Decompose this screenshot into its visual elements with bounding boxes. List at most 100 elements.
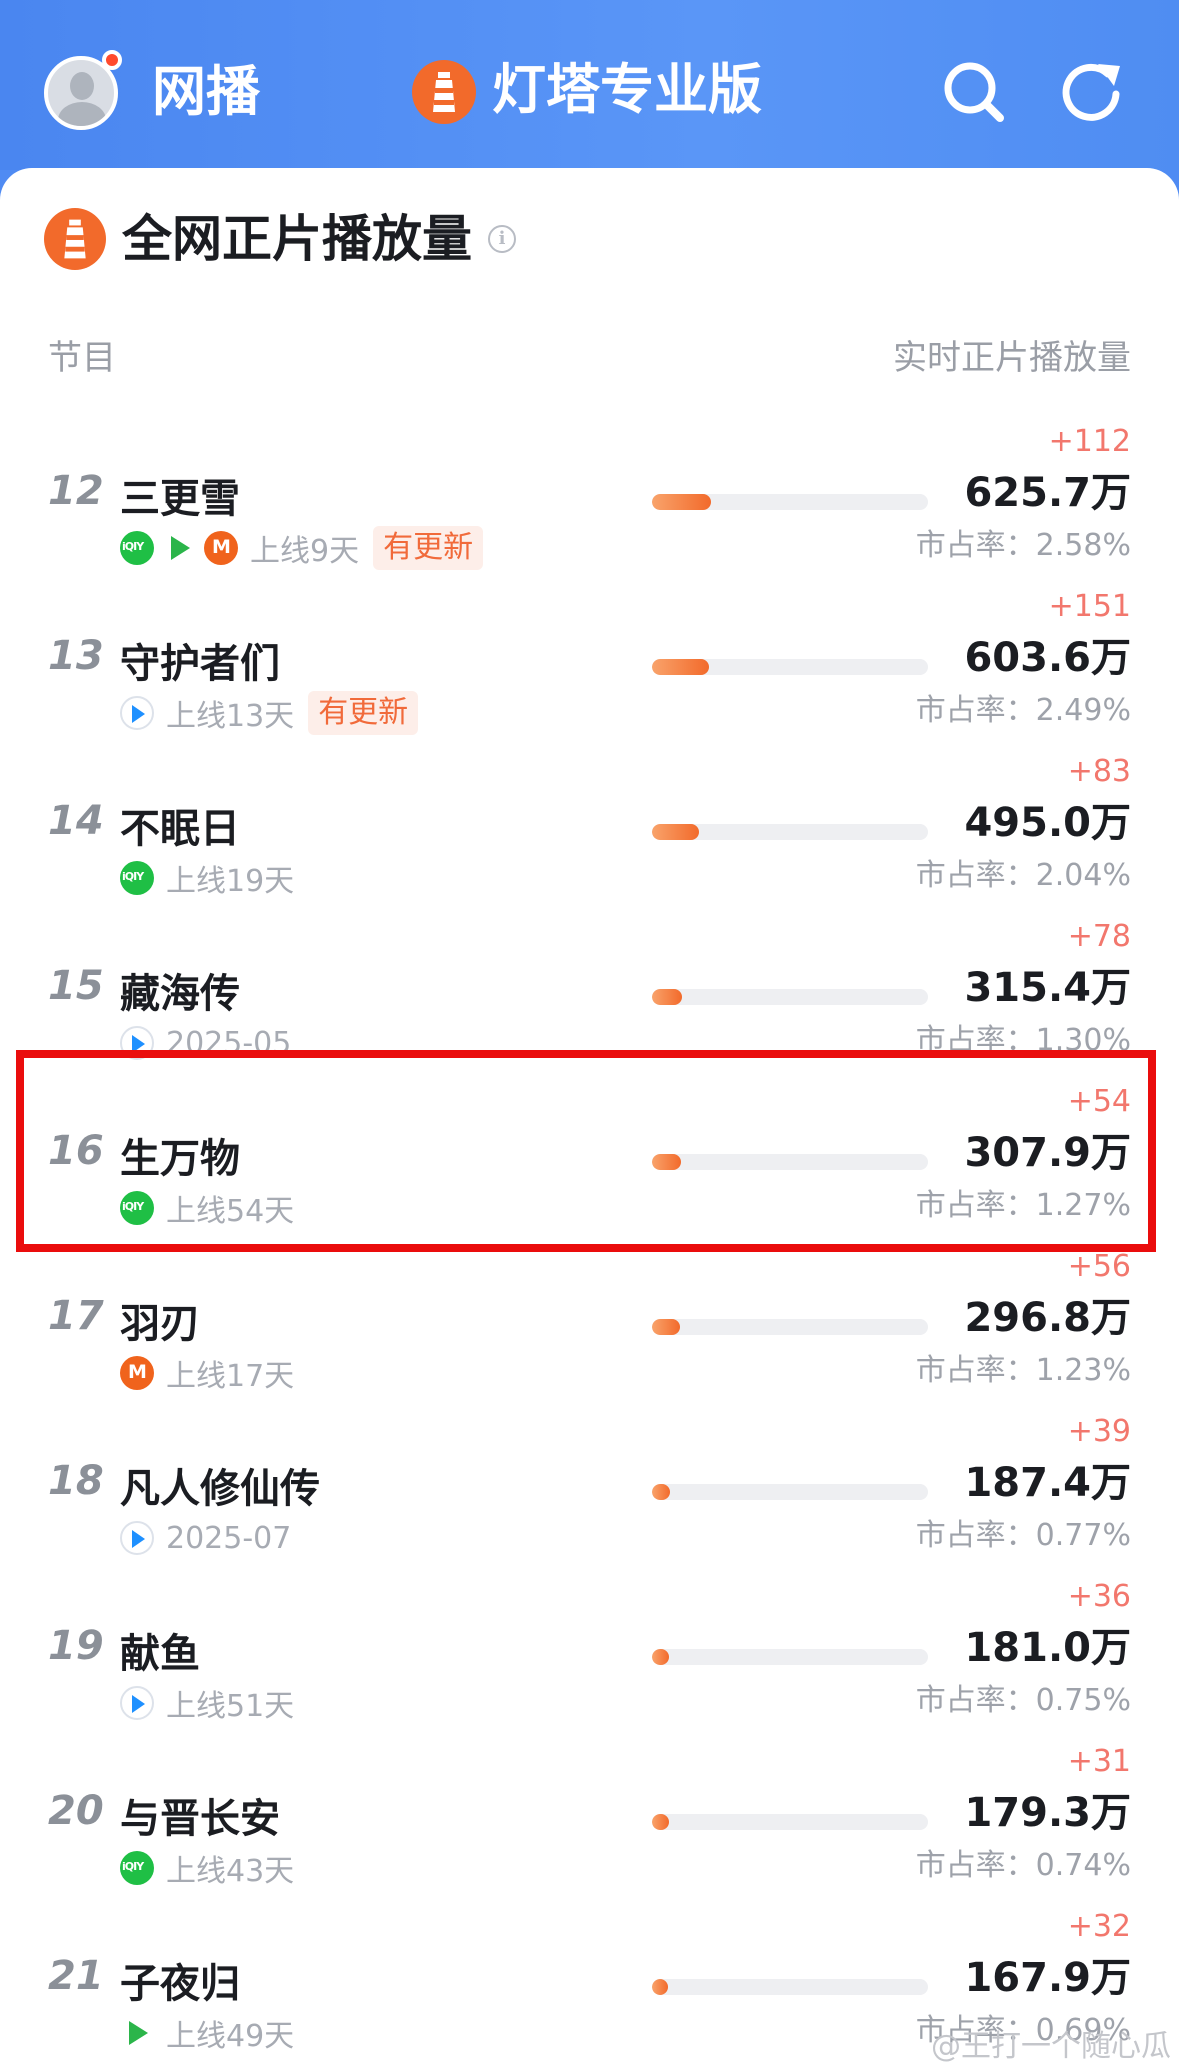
view-count: 625.7万: [964, 470, 1131, 516]
share-bar-fill: [652, 1484, 670, 1500]
youku-platform-icon: [120, 2016, 154, 2050]
section-title: 全网正片播放量: [122, 210, 472, 268]
search-icon[interactable]: [938, 56, 1010, 128]
view-delta: +56: [1067, 1249, 1131, 1284]
program-meta: 上线43天: [120, 1846, 294, 1890]
program-title[interactable]: 与晋长安: [120, 1786, 280, 1844]
view-count: 315.4万: [964, 965, 1131, 1011]
share-bar: [652, 1814, 928, 1830]
update-badge: 有更新: [373, 526, 484, 570]
tencent-platform-icon: [120, 1686, 154, 1720]
share-bar: [652, 989, 928, 1005]
user-avatar[interactable]: [44, 50, 122, 130]
program-meta: 上线51天: [120, 1681, 294, 1725]
tab-webcast[interactable]: 网播: [152, 60, 260, 124]
iqiyi-platform-icon: [120, 1851, 154, 1885]
column-header-program: 节目: [48, 338, 116, 378]
market-share: 市占率：0.75%: [915, 1683, 1131, 1718]
share-bar: [652, 1319, 928, 1335]
share-bar-fill: [652, 659, 710, 675]
rank-number: 21: [48, 1953, 104, 1999]
program-meta: 上线19天: [120, 856, 294, 900]
share-bar-fill: [652, 824, 699, 840]
program-meta: 上线13天 有更新: [120, 691, 419, 735]
view-delta: +32: [1067, 1909, 1131, 1944]
program-meta: 上线17天: [120, 1351, 294, 1395]
program-meta: 2025-07: [120, 1516, 291, 1560]
ranking-row[interactable]: 19 献鱼上线51天 +36 181.0万市占率：0.75%: [0, 1579, 1179, 1750]
program-title[interactable]: 藏海传: [120, 961, 240, 1019]
view-delta: +36: [1067, 1579, 1131, 1614]
rank-number: 14: [48, 798, 104, 844]
market-share: 市占率：0.74%: [915, 1848, 1131, 1883]
view-count: 603.6万: [964, 635, 1131, 681]
program-title[interactable]: 三更雪: [120, 466, 240, 524]
program-title[interactable]: 不眠日: [120, 796, 240, 854]
refresh-icon[interactable]: [1056, 56, 1128, 128]
ranking-row[interactable]: 14 不眠日上线19天 +83 495.0万市占率：2.04%: [0, 754, 1179, 925]
share-bar-fill: [652, 1319, 681, 1335]
mango-platform-icon: [204, 531, 238, 565]
ranking-row[interactable]: 20 与晋长安上线43天 +31 179.3万市占率：0.74%: [0, 1744, 1179, 1915]
view-delta: +39: [1067, 1414, 1131, 1449]
ranking-row[interactable]: 13 守护者们 上线13天 有更新 +151 603.6万 市占率：2.49%: [0, 589, 1179, 760]
view-count: 296.8万: [964, 1295, 1131, 1341]
lighthouse-section-icon: [44, 208, 106, 270]
market-share: 市占率：1.23%: [915, 1353, 1131, 1388]
share-bar: [652, 1484, 928, 1500]
iqiyi-platform-icon: [120, 531, 154, 565]
rank-number: 15: [48, 963, 104, 1009]
market-share: 市占率：2.04%: [915, 858, 1131, 893]
rank-number: 13: [48, 633, 104, 679]
ranking-card: 全网正片播放量 i 节目 实时正片播放量 12 三更雪上线9天有更新 +112 625…: [0, 168, 1179, 2067]
ranking-row[interactable]: 12 三更雪上线9天有更新 +112 625.7万市占率：2.58%: [0, 424, 1179, 595]
share-bar-fill: [652, 1649, 670, 1665]
card-header: 全网正片播放量 i: [44, 206, 516, 272]
share-bar-fill: [652, 1979, 668, 1995]
online-status: 上线9天: [250, 534, 360, 569]
view-count: 187.4万: [964, 1460, 1131, 1506]
online-status: 上线49天: [166, 2019, 295, 2054]
tencent-platform-icon: [120, 696, 154, 730]
mango-platform-icon: [120, 1356, 154, 1390]
view-delta: +31: [1067, 1744, 1131, 1779]
program-title[interactable]: 凡人修仙传: [120, 1456, 320, 1514]
view-count: 167.9万: [964, 1955, 1131, 2001]
share-bar: [652, 1649, 928, 1665]
share-bar: [652, 1979, 928, 1995]
view-delta: +112: [1048, 424, 1131, 459]
tencent-platform-icon: [120, 1521, 154, 1555]
online-status: 上线13天: [166, 699, 295, 734]
share-bar: [652, 824, 928, 840]
market-share: 市占率：2.58%: [915, 528, 1131, 563]
view-delta: +78: [1067, 919, 1131, 954]
notification-dot: [102, 50, 122, 70]
rank-number: 12: [48, 468, 104, 514]
program-title[interactable]: 羽刃: [120, 1291, 200, 1349]
info-icon[interactable]: i: [488, 225, 516, 253]
ranking-row[interactable]: 17 羽刃上线17天 +56 296.8万市占率：1.23%: [0, 1249, 1179, 1420]
column-header-views: 实时正片播放量: [893, 338, 1131, 378]
view-count: 181.0万: [964, 1625, 1131, 1671]
view-delta: +83: [1067, 754, 1131, 789]
lighthouse-logo-icon: [412, 60, 476, 124]
online-status: 上线19天: [166, 864, 295, 899]
ranking-row[interactable]: 18 凡人修仙传 2025-07 +39 187.4万 市占率：0.77%: [0, 1414, 1179, 1585]
program-title[interactable]: 献鱼: [120, 1621, 200, 1679]
view-delta: +151: [1048, 589, 1131, 624]
app-header: 网播 灯塔专业版: [0, 0, 1179, 170]
program-meta: 上线49天: [120, 2011, 294, 2055]
share-bar: [652, 659, 928, 675]
online-status: 上线51天: [166, 1689, 295, 1724]
rank-number: 19: [48, 1623, 104, 1669]
rank-number: 20: [48, 1788, 104, 1834]
share-bar-fill: [652, 1814, 670, 1830]
rank-number: 18: [48, 1458, 104, 1504]
iqiyi-platform-icon: [120, 861, 154, 895]
program-title[interactable]: 守护者们: [120, 631, 280, 689]
program-title[interactable]: 子夜归: [120, 1951, 240, 2009]
youku-platform-icon: [162, 531, 196, 565]
share-bar-fill: [652, 494, 712, 510]
online-status: 2025-07: [166, 1520, 292, 1556]
watermark: @王打一个随心瓜: [931, 2029, 1171, 2064]
